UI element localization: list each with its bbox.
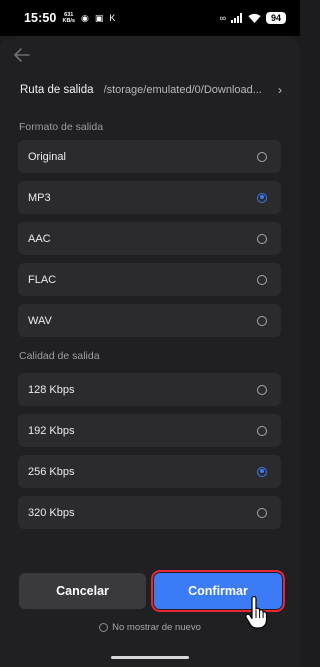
signal-icon [231, 13, 242, 23]
radio-icon[interactable] [257, 274, 267, 285]
wifi-icon [248, 13, 261, 23]
quality-option-256[interactable]: 256 Kbps [18, 455, 281, 488]
radio-icon[interactable] [257, 384, 267, 395]
output-path-label: Ruta de salida [20, 84, 94, 96]
format-option-aac[interactable]: AAC [18, 222, 281, 255]
news-notification-icon: ▣ [94, 13, 104, 23]
battery-indicator: 94 [266, 12, 286, 24]
home-indicator [111, 656, 189, 659]
output-quality-title: Calidad de salida [19, 350, 100, 362]
format-option-label: AAC [28, 232, 51, 245]
radio-icon[interactable] [257, 507, 267, 518]
quality-option-192[interactable]: 192 Kbps [18, 414, 281, 447]
radio-icon[interactable] [257, 425, 267, 436]
quality-option-label: 256 Kbps [28, 465, 75, 478]
radio-icon[interactable] [257, 233, 267, 244]
status-bar: 15:50 631 KB/s ◉ ▣ K ∞ 94 [0, 0, 300, 36]
format-option-original[interactable]: Original [18, 140, 281, 173]
output-path-value: /storage/emulated/0/Download... [103, 84, 262, 96]
format-option-label: Original [28, 150, 66, 163]
status-bar-right: ∞ 94 [220, 12, 286, 24]
quality-option-label: 320 Kbps [28, 506, 75, 519]
format-option-wav[interactable]: WAV [18, 304, 281, 337]
format-option-label: FLAC [28, 273, 57, 286]
cancel-button[interactable]: Cancelar [19, 573, 146, 609]
vibrate-icon: ∞ [219, 13, 226, 23]
browser-notification-icon: ◉ [81, 13, 89, 23]
status-bar-left: 15:50 631 KB/s ◉ ▣ K [24, 11, 115, 25]
output-path-row[interactable]: Ruta de salida /storage/emulated/0/Downl… [20, 80, 282, 100]
radio-icon[interactable] [257, 315, 267, 326]
quality-option-label: 192 Kbps [28, 424, 75, 437]
app-notification-icon: K [109, 13, 116, 23]
quality-option-label: 128 Kbps [28, 383, 75, 396]
network-speed: 631 KB/s [62, 12, 75, 24]
format-option-flac[interactable]: FLAC [18, 263, 281, 296]
quality-option-128[interactable]: 128 Kbps [18, 373, 281, 406]
arrow-left-icon[interactable] [12, 46, 32, 64]
output-format-title: Formato de salida [19, 121, 104, 133]
status-time: 15:50 [24, 11, 57, 25]
dont-show-again-label: No mostrar de nuevo [112, 622, 201, 633]
radio-selected-icon[interactable] [257, 466, 267, 477]
network-speed-unit: KB/s [62, 18, 76, 24]
chevron-right-icon: › [278, 83, 282, 97]
hand-pointer-icon [245, 596, 268, 629]
radio-icon[interactable] [99, 623, 109, 632]
radio-selected-icon[interactable] [257, 192, 267, 203]
radio-icon[interactable] [257, 151, 267, 162]
format-option-mp3[interactable]: MP3 [18, 181, 281, 214]
format-option-label: WAV [28, 314, 52, 327]
quality-option-320[interactable]: 320 Kbps [18, 496, 281, 529]
format-option-label: MP3 [28, 191, 51, 204]
